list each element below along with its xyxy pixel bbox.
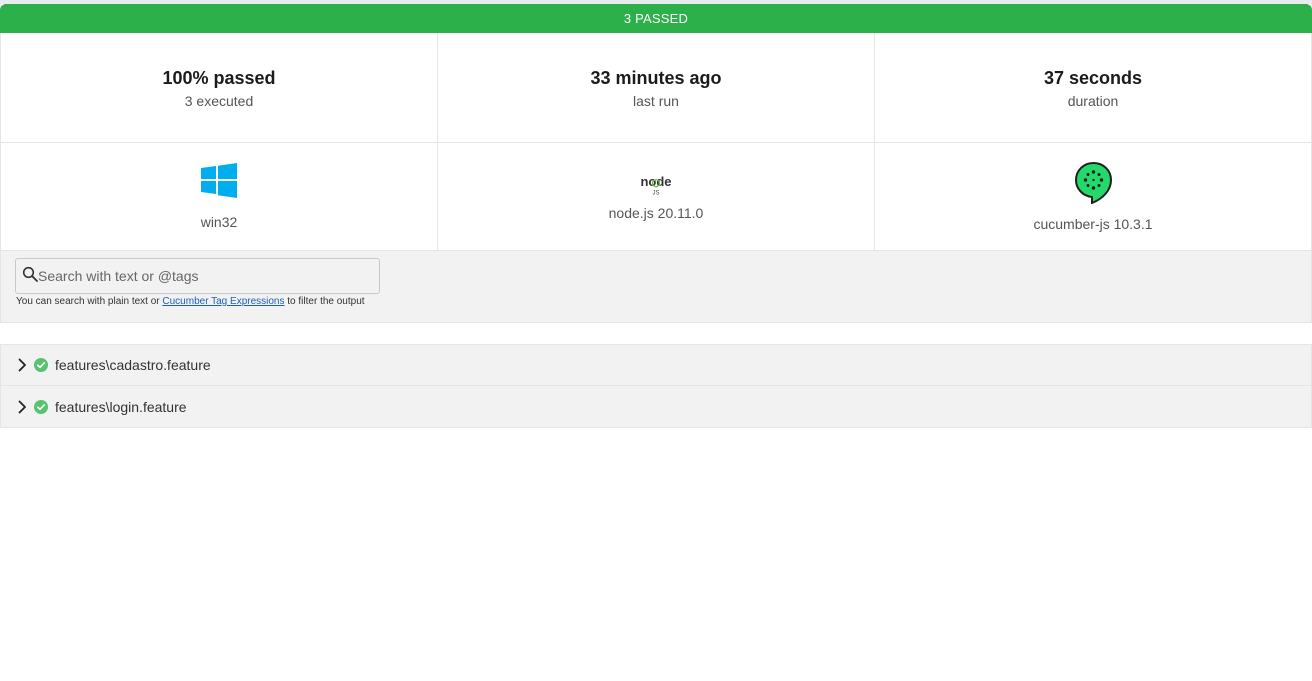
feature-name: features\login.feature — [55, 398, 187, 415]
feature-list: features\cadastro.feature features\login… — [0, 344, 1312, 428]
stats-row: 100% passed 3 executed 33 minutes ago la… — [0, 33, 1312, 143]
stat-value: 33 minutes ago — [590, 68, 722, 88]
help-suffix: to filter the output — [284, 296, 365, 307]
stat-label: last run — [633, 93, 679, 109]
environment-row: win32 node JS node.js 20.11.0 cucumber-j… — [0, 143, 1312, 251]
stat-duration: 37 seconds duration — [874, 33, 1312, 143]
env-runtime: node JS node.js 20.11.0 — [437, 143, 874, 251]
stat-label: 3 executed — [184, 93, 254, 109]
feature-name: features\cadastro.feature — [55, 357, 211, 373]
search-help-text: You can search with plain text or Cucumb… — [16, 296, 365, 307]
help-prefix: You can search with plain text or — [16, 296, 163, 307]
stat-value: 37 seconds — [1043, 68, 1143, 88]
summary-grid: 100% passed 3 executed 33 minutes ago la… — [0, 33, 1312, 251]
cucumber-icon — [1074, 162, 1112, 204]
svg-text:JS: JS — [652, 190, 659, 196]
env-tool: cucumber-js 10.3.1 — [874, 143, 1312, 251]
env-label: node.js 20.11.0 — [608, 204, 704, 221]
stat-last-run: 33 minutes ago last run — [437, 33, 874, 143]
env-os: win32 — [0, 143, 437, 251]
search-panel: You can search with plain text or Cucumb… — [0, 251, 1312, 323]
feature-row[interactable]: features\cadastro.feature — [1, 345, 1311, 386]
stat-label: duration — [1067, 93, 1119, 109]
search-input[interactable] — [38, 259, 376, 293]
feature-row[interactable]: features\login.feature — [1, 386, 1311, 427]
status-text: 3 PASSED — [623, 11, 689, 26]
windows-icon — [201, 163, 237, 198]
nodejs-icon: node JS — [640, 174, 671, 196]
stat-value: 100% passed — [162, 68, 276, 88]
check-circle-icon — [34, 358, 48, 372]
chevron-right-icon[interactable] — [17, 358, 27, 372]
stat-passed: 100% passed 3 executed — [0, 33, 437, 143]
env-label: win32 — [200, 214, 238, 230]
status-banner: 3 PASSED — [0, 4, 1312, 33]
chevron-right-icon[interactable] — [17, 400, 27, 414]
check-circle-icon — [34, 399, 48, 414]
env-label: cucumber-js 10.3.1 — [1033, 216, 1153, 232]
search-box[interactable] — [15, 258, 380, 294]
search-icon — [22, 266, 38, 282]
tag-expressions-link[interactable]: Cucumber Tag Expressions — [162, 296, 284, 307]
